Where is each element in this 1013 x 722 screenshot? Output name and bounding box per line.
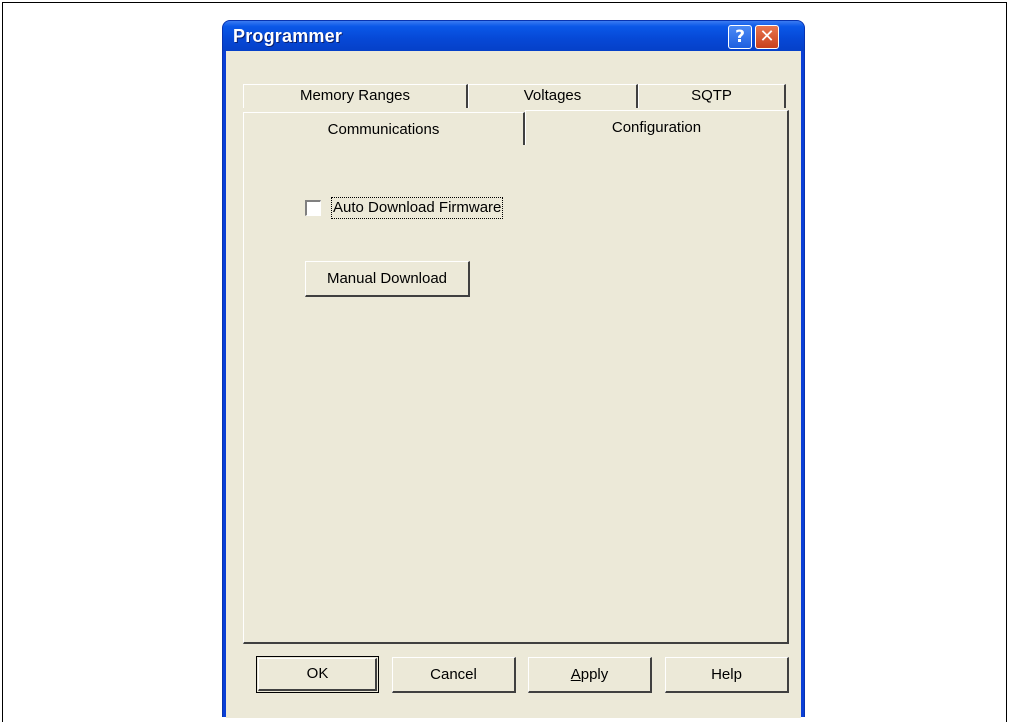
auto-download-label[interactable]: Auto Download Firmware <box>331 197 504 219</box>
tab-sqtp[interactable]: SQTP <box>638 84 786 108</box>
ok-button[interactable]: OK <box>256 656 379 693</box>
apply-mnemonic: A <box>570 666 581 683</box>
help-button[interactable]: Help <box>665 657 789 693</box>
tab-communications[interactable]: Communications <box>243 112 525 146</box>
close-icon: ✕ <box>759 26 775 47</box>
auto-download-checkbox[interactable] <box>305 200 321 216</box>
cancel-button[interactable]: Cancel <box>392 657 516 693</box>
tab-label: Voltages <box>523 87 582 104</box>
tab-memory-ranges[interactable]: Memory Ranges <box>243 84 468 108</box>
configuration-panel <box>243 145 789 644</box>
window-title: Programmer <box>233 26 343 46</box>
apply-label-rest: pply <box>580 666 609 683</box>
tab-label: Memory Ranges <box>299 87 411 104</box>
manual-download-label: Manual Download <box>326 270 448 287</box>
close-button[interactable]: ✕ <box>755 25 779 49</box>
ok-label: OK <box>306 665 329 682</box>
tab-label: Configuration <box>611 119 702 136</box>
tab-configuration[interactable]: Configuration <box>525 110 789 146</box>
tab-label: Communications <box>327 121 440 138</box>
cancel-label: Cancel <box>430 666 477 683</box>
title-bar[interactable]: Programmer ? ✕ <box>223 21 804 51</box>
help-label: Help <box>711 666 742 683</box>
apply-button[interactable]: Apply <box>528 657 652 693</box>
help-title-button[interactable]: ? <box>728 25 752 49</box>
manual-download-button[interactable]: Manual Download <box>305 261 470 297</box>
tab-label: SQTP <box>691 87 732 104</box>
question-mark-icon: ? <box>735 27 745 47</box>
tab-voltages[interactable]: Voltages <box>468 84 638 108</box>
